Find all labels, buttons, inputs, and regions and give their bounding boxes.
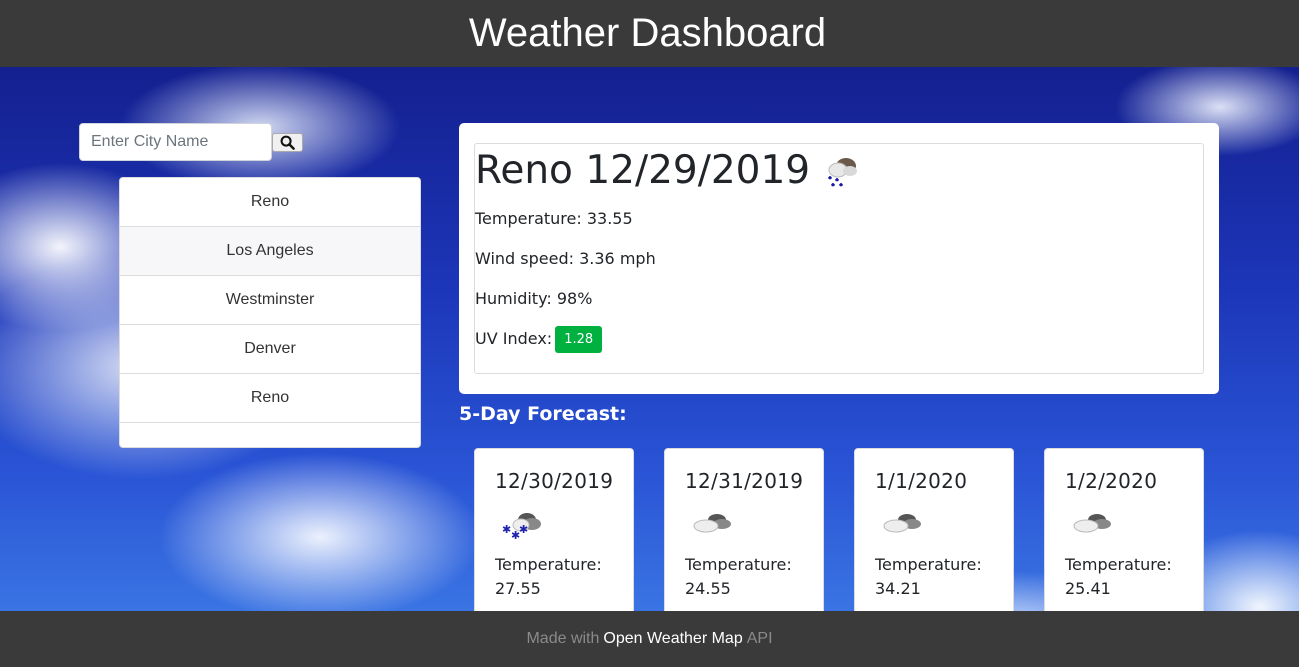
snow-cloud-icon: ✱ ✱ ✱ <box>502 513 541 541</box>
footer-prefix: Made with <box>526 630 600 647</box>
forecast-heading: 5-Day Forecast: <box>459 403 627 425</box>
forecast-temp-label: Temperature: <box>1065 555 1172 574</box>
current-temperature: Temperature: 33.55 <box>475 209 633 228</box>
city-item-westminster[interactable]: Westminster <box>120 276 420 325</box>
forecast-temp-label: Temperature: <box>495 555 602 574</box>
footer-suffix: API <box>746 630 773 647</box>
forecast-temp-label: Temperature: <box>685 555 792 574</box>
page-header: Weather Dashboard <box>0 0 1299 67</box>
forecast-card: 1/2/2020 Temperature: 25.41 <box>1044 448 1204 618</box>
page-footer: Made with Open Weather Map API <box>0 611 1299 667</box>
snow-rain-cloud-icon <box>828 157 858 186</box>
current-wind: Wind speed: 3.36 mph <box>475 249 656 268</box>
city-item-denver[interactable]: Denver <box>120 325 420 374</box>
search-button[interactable] <box>272 133 303 152</box>
svg-text:✱: ✱ <box>502 523 511 536</box>
current-uv: UV Index: 1.28 <box>475 326 603 353</box>
forecast-temp-value: 27.55 <box>495 579 541 598</box>
cloud-icon <box>883 514 921 533</box>
current-weather-title: Reno 12/29/2019 <box>475 148 860 193</box>
forecast-date: 1/1/2020 <box>875 469 968 493</box>
forecast-temp-value: 34.21 <box>875 579 921 598</box>
forecast-card: 12/31/2019 Temperature: 24.55 <box>664 448 824 618</box>
city-item-reno-2[interactable]: Reno <box>120 374 420 423</box>
forecast-date: 12/30/2019 <box>495 469 614 493</box>
current-humidity: Humidity: 98% <box>475 289 593 308</box>
forecast-card: 1/1/2020 Temperature: 34.21 <box>854 448 1014 618</box>
city-date-heading: Reno 12/29/2019 <box>475 148 811 193</box>
search-icon <box>280 135 295 150</box>
cloud-icon <box>1073 514 1111 533</box>
current-weather-card: Reno 12/29/2019 Temperature: 33.55 Wind … <box>459 123 1219 394</box>
forecast-temp-label: Temperature: <box>875 555 982 574</box>
current-weather-body: Reno 12/29/2019 Temperature: 33.55 Wind … <box>474 143 1204 374</box>
forecast-date: 12/31/2019 <box>685 469 804 493</box>
city-search-input[interactable] <box>79 123 272 161</box>
search-history-list: Reno Los Angeles Westminster Denver Reno <box>119 177 421 448</box>
forecast-date: 1/2/2020 <box>1065 469 1158 493</box>
city-item-reno[interactable]: Reno <box>120 178 420 227</box>
uv-label: UV Index: <box>475 329 553 348</box>
page-title: Weather Dashboard <box>468 11 827 55</box>
forecast-temp-value: 24.55 <box>685 579 731 598</box>
svg-text:✱: ✱ <box>519 523 528 536</box>
uv-index-badge: 1.28 <box>555 326 603 353</box>
open-weather-map-link[interactable]: Open Weather Map <box>603 630 742 648</box>
forecast-card: 12/30/2019 ✱ ✱ ✱ Temperature: 27.55 <box>474 448 634 618</box>
city-item-los-angeles[interactable]: Los Angeles <box>120 227 420 276</box>
cloud-icon <box>693 514 731 533</box>
forecast-temp-value: 25.41 <box>1065 579 1111 598</box>
